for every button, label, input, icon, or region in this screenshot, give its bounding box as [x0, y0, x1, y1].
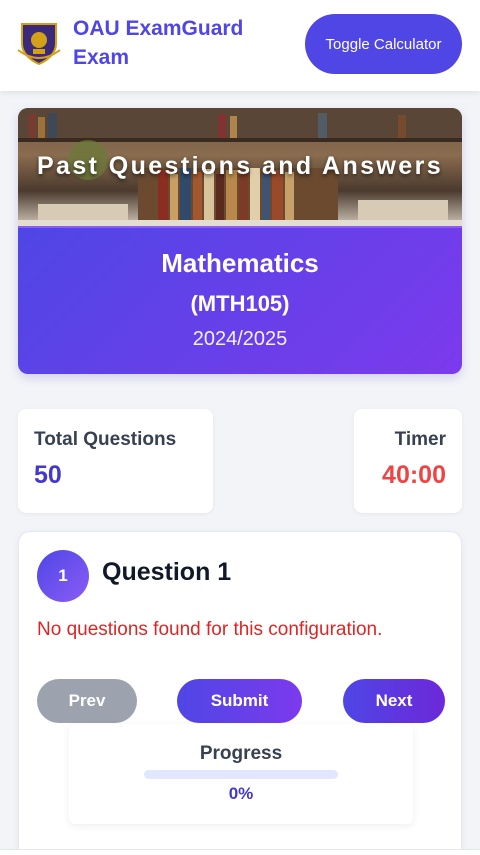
question-number-badge: 1 — [37, 550, 89, 602]
question-card: 1 Question 1 No questions found for this… — [18, 531, 462, 855]
total-questions-label: Total Questions — [34, 429, 177, 450]
progress-panel: Progress 0% — [69, 724, 413, 824]
session-year: 2024/2025 — [192, 328, 288, 350]
toggle-calculator-button[interactable]: Toggle Calculator — [305, 14, 462, 74]
exam-info: Mathematics (MTH105) 2024/2025 — [18, 226, 462, 374]
next-button[interactable]: Next — [343, 679, 445, 723]
bottom-edge — [0, 849, 480, 855]
app-title: OAU ExamGuard Exam — [73, 17, 244, 69]
timer-label: Timer — [394, 429, 446, 450]
timer-card: Timer 40:00 — [354, 409, 462, 513]
prev-button[interactable]: Prev — [37, 679, 137, 723]
app-header: OAU ExamGuard Exam Toggle Calculator — [0, 0, 480, 91]
no-questions-message: No questions found for this configuratio… — [37, 619, 383, 640]
exam-hero-card: Past Questions and Answers Mathematics (… — [18, 108, 462, 374]
banner-title: Past Questions and Answers — [36, 152, 443, 180]
subject-title: Mathematics — [161, 248, 319, 278]
total-questions-value: 50 — [34, 461, 62, 489]
question-title: Question 1 — [102, 558, 232, 586]
submit-button[interactable]: Submit — [177, 679, 302, 723]
timer-value: 40:00 — [382, 461, 446, 489]
progress-percent: 0% — [228, 784, 254, 803]
university-crest-icon — [16, 20, 62, 66]
course-code: (MTH105) — [190, 291, 290, 316]
library-banner-image: Past Questions and Answers — [18, 108, 462, 226]
total-questions-card: Total Questions 50 — [18, 409, 213, 513]
progress-bar — [144, 770, 338, 779]
progress-label: Progress — [199, 743, 283, 764]
